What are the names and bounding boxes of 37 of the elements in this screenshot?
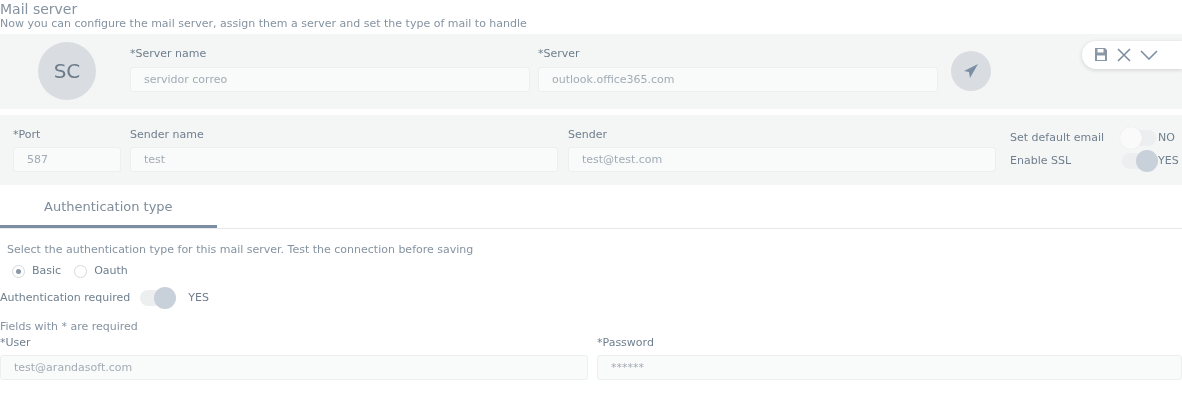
send-button[interactable] <box>951 51 991 92</box>
field-label: Sender name <box>130 126 205 143</box>
radio-button[interactable] <box>12 265 25 279</box>
input-field[interactable]: 587 <box>13 147 121 173</box>
switch-state: YES <box>1158 153 1179 170</box>
input-field[interactable]: outlook.office365.com <box>538 66 938 92</box>
avatar: SC <box>38 42 96 101</box>
field-label: *User <box>0 334 32 351</box>
toggle-switch[interactable] <box>1122 153 1156 170</box>
input-field[interactable]: test <box>130 147 558 173</box>
switch-state: NO <box>1158 129 1175 146</box>
field-label: *Password <box>597 334 655 351</box>
input-field[interactable]: ****** <box>597 355 1182 381</box>
save-icon[interactable] <box>1094 47 1108 63</box>
hint-text: Select the authentication type for this mail server. Test the connection before saving <box>7 243 475 258</box>
page-title: Mail server <box>0 0 79 18</box>
paper-plane-icon <box>963 63 979 80</box>
input-field[interactable]: servidor correo <box>130 66 530 92</box>
page-subtitle: Now you can configure the mail server, assign them a server and set the type of mail to handle <box>0 17 528 32</box>
radio-label: Oauth <box>94 263 128 280</box>
switch-label: Enable SSL <box>1010 153 1073 170</box>
field-label: *Server <box>538 46 581 63</box>
close-icon[interactable] <box>1116 46 1132 63</box>
switch-label: Authentication required <box>0 290 131 306</box>
input-field[interactable]: test@test.com <box>568 147 996 173</box>
input-field[interactable]: test@arandasoft.com <box>0 355 588 381</box>
field-label: *Port <box>13 126 42 143</box>
toggle-switch[interactable] <box>140 290 175 307</box>
field-label: *Server name <box>130 46 208 63</box>
switch-label: Set default email <box>1010 129 1106 146</box>
radio-label: Basic <box>32 263 62 280</box>
field-label: Sender <box>568 126 608 143</box>
radio-button[interactable] <box>74 265 88 279</box>
switch-state: YES <box>188 290 209 306</box>
tab[interactable]: Authentication type <box>0 190 217 229</box>
chevron-down-icon[interactable] <box>1140 49 1158 60</box>
note-text: Fields with * are required <box>0 320 139 335</box>
